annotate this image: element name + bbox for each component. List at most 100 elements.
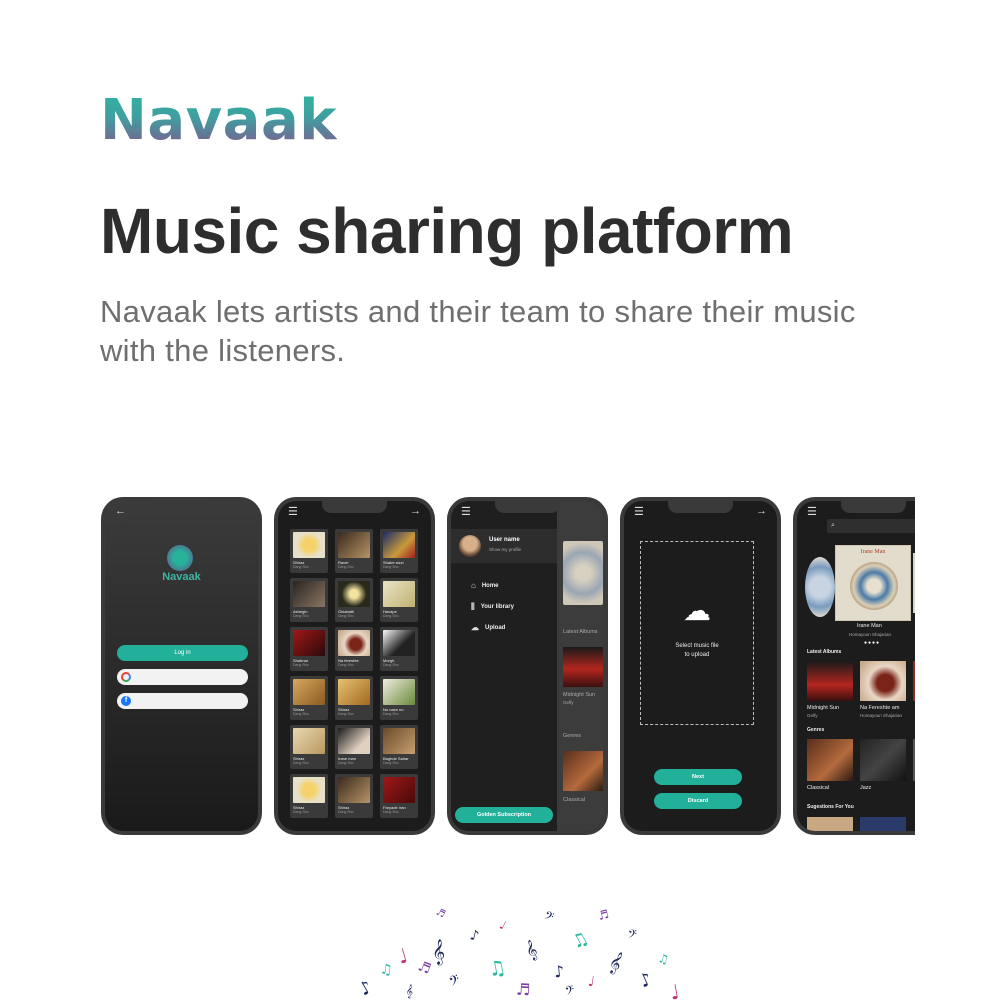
latest-albums-title: Latest Albums <box>807 649 842 655</box>
genres-title: Genres <box>807 727 825 733</box>
genre-art[interactable] <box>807 739 853 781</box>
album-art <box>293 777 325 803</box>
album-tile[interactable]: Shabe sizzi Dang Sho <box>380 529 418 573</box>
search-input[interactable]: ⌕ <box>827 519 915 533</box>
album-artist: Dang Sho <box>293 565 309 569</box>
album-tile[interactable]: Ashegin Dang Sho <box>290 578 328 622</box>
album-art-side <box>913 553 915 613</box>
album-art <box>293 679 325 705</box>
brand-logo: Navaak <box>100 88 337 153</box>
music-note-icon: ♩ <box>497 917 509 933</box>
phone-home-mockup: ☰ ⌕ Irane Man Irane Man Homayoun Shajari… <box>793 497 915 835</box>
album-artist: Dang Sho <box>383 614 399 618</box>
album-tile[interactable]: Havape Dang Sho <box>380 578 418 622</box>
album-artist: Dang Sho <box>383 565 399 569</box>
album-art <box>383 728 415 754</box>
album-artist: Dang Sho <box>338 761 354 765</box>
menu-item-label: Upload <box>485 624 506 631</box>
library-icon: ⫼ <box>471 602 475 611</box>
album-artist: Dang Sho <box>293 712 309 716</box>
home-icon: ⌂ <box>471 581 476 590</box>
peek-latest-title: Latest Albums <box>563 629 598 635</box>
upload-line-2: to upload <box>684 652 710 658</box>
album-artist: Dang Sho <box>338 614 354 618</box>
album-tile[interactable]: Shiraz Dang Sho <box>290 774 328 818</box>
album-art <box>293 728 325 754</box>
album-tile[interactable]: Shiraz Dang Sho <box>290 676 328 720</box>
album-art <box>338 581 370 607</box>
album-artist: Dang Sho <box>338 712 354 716</box>
phone-menu-mockup: Latest Albums Midnight Sun Gelfy Genres … <box>447 497 608 835</box>
music-note-icon: ♫ <box>485 954 509 982</box>
suggestion-art[interactable] <box>860 817 906 831</box>
profile-header[interactable]: User name Show my profile <box>451 529 557 563</box>
album-artist: Dang Sho <box>383 663 399 667</box>
genre-art[interactable] <box>913 739 915 781</box>
hamburger-menu-icon[interactable]: ☰ <box>288 505 298 518</box>
album-tile[interactable]: No naze no Dang Sho <box>380 676 418 720</box>
album-tile[interactable]: Na fereshte Dang Sho <box>335 627 373 671</box>
menu-screen: Latest Albums Midnight Sun Gelfy Genres … <box>451 501 604 831</box>
facebook-login-button[interactable]: f <box>117 693 248 709</box>
album-tile[interactable]: Shiraz Dang Sho <box>290 529 328 573</box>
featured-title: Irane Man <box>857 623 882 629</box>
menu-item-home[interactable]: ⌂ Home <box>471 581 499 590</box>
featured-album-cover[interactable]: Irane Man <box>835 545 911 621</box>
arrow-left-icon[interactable]: ← <box>115 505 126 517</box>
login-button[interactable]: Log in <box>117 645 248 661</box>
album-artist: Dang Sho <box>383 712 399 716</box>
carousel-dots[interactable]: ●●●● <box>864 640 880 646</box>
album-tile[interactable]: Raver Dang Sho <box>335 529 373 573</box>
album-tile[interactable]: Ghiabath Dang Sho <box>335 578 373 622</box>
album-tile[interactable]: Shiraz Dang Sho <box>335 774 373 818</box>
album-tile[interactable]: Irane man Dang Sho <box>335 725 373 769</box>
album-art <box>563 647 603 687</box>
album-artist: Dang Sho <box>383 810 399 814</box>
album-artist: Dang Sho <box>293 663 309 667</box>
upload-screen: ☰ → ☁ Select music file to upload Next D… <box>624 501 777 831</box>
menu-item-upload[interactable]: ☁ Upload <box>471 623 505 632</box>
phone-notch <box>495 501 560 513</box>
library-screen: ☰ → Shiraz Dang Sho Raver Dang Sho Shabe siz… <box>278 501 431 831</box>
music-note-icon: ♫ <box>379 961 394 979</box>
hamburger-menu-icon[interactable]: ☰ <box>807 505 817 518</box>
next-button[interactable]: Next <box>654 769 742 785</box>
album-tile[interactable]: Shiraz Dang Sho <box>290 725 328 769</box>
suggestion-art[interactable] <box>807 817 853 831</box>
music-note-icon: 𝄢 <box>541 909 556 927</box>
google-login-button[interactable] <box>117 669 248 685</box>
menu-item-library[interactable]: ⫼ Your library <box>471 602 514 612</box>
genre-art[interactable] <box>860 739 906 781</box>
home-peek-panel: Latest Albums Midnight Sun Gelfy Genres … <box>557 501 604 831</box>
phone-notch <box>841 501 906 513</box>
album-art <box>293 630 325 656</box>
hamburger-menu-icon[interactable]: ☰ <box>461 505 471 518</box>
upload-dropzone[interactable]: ☁ Select music file to upload <box>640 541 754 725</box>
hamburger-menu-icon[interactable]: ☰ <box>634 505 644 518</box>
album-tile[interactable]: Shabnar Dang Sho <box>290 627 328 671</box>
album-artist: Dang Sho <box>383 761 399 765</box>
album-tile[interactable]: Faryade Iran Dang Sho <box>380 774 418 818</box>
upload-cloud-icon: ☁ <box>471 623 479 632</box>
album-title: Na Fereshte am <box>860 705 900 711</box>
album-tile[interactable]: Baghde Sahar Dang Sho <box>380 725 418 769</box>
album-art[interactable] <box>860 661 906 701</box>
discard-button[interactable]: Discard <box>654 793 742 809</box>
peek-genre-label: Classical <box>563 797 586 803</box>
show-profile-link[interactable]: Show my profile <box>489 547 521 552</box>
arrow-right-icon[interactable]: → <box>410 505 421 517</box>
album-tile[interactable]: Shiraz Dang Sho <box>335 676 373 720</box>
music-note-icon: 𝄢 <box>563 982 578 1000</box>
music-note-icon: ♬ <box>596 906 611 924</box>
login-screen: ← Navaak Log in f <box>105 501 258 831</box>
music-note-icon: ♪ <box>468 927 481 945</box>
album-tile[interactable]: Morgh Dang Sho <box>380 627 418 671</box>
music-notes-decoration: ♪ ♫ ♩ ♬ 𝄞 𝄢 ♪ ♫ ♩ ♬ 𝄞 𝄢 ♪ ♫ ♩ ♬ 𝄞 𝄢 ♪ ♫ ♩ ♬ 𝄞 𝄢 <box>340 900 700 1000</box>
album-art <box>383 532 415 558</box>
music-note-icon: 𝄞 <box>522 938 540 963</box>
arrow-right-icon[interactable]: → <box>756 505 767 517</box>
album-art[interactable] <box>807 661 853 701</box>
album-art[interactable] <box>913 661 915 701</box>
upload-instructions: Select music file to upload <box>641 642 753 660</box>
golden-subscription-button[interactable]: Golden Subscription <box>455 807 553 823</box>
